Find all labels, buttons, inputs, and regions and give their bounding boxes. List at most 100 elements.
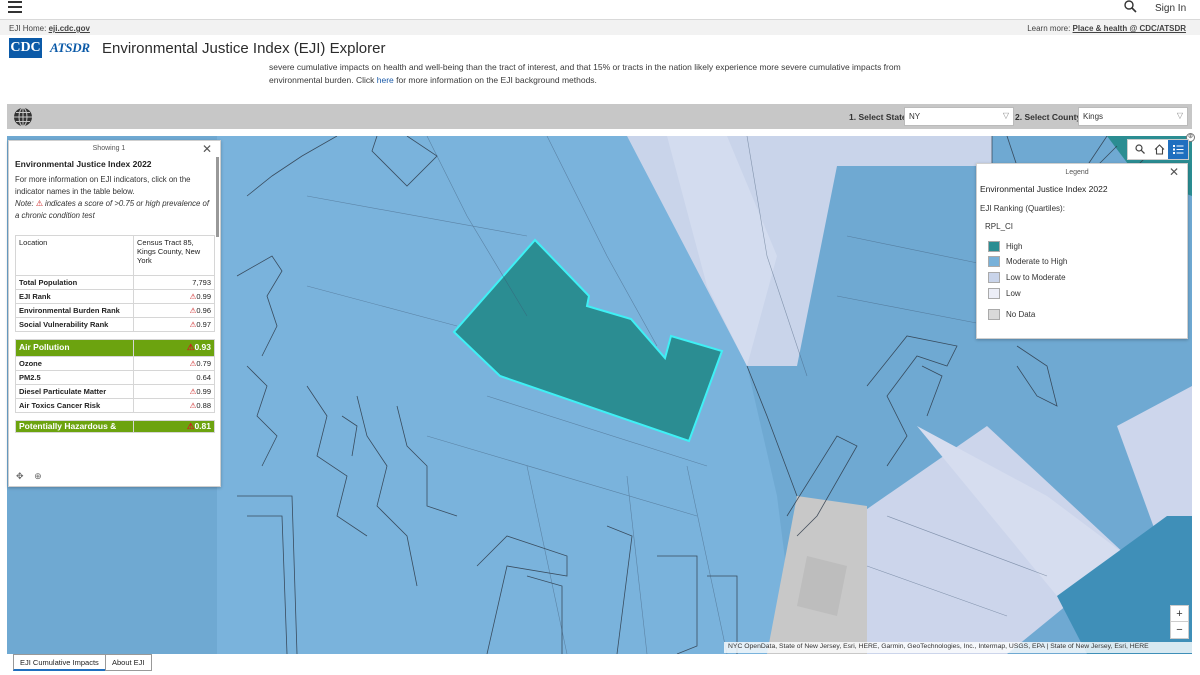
indicator-name[interactable]: Diesel Particulate Matter — [15, 384, 134, 399]
popup-panel: Showing 1 ✕ Environmental Justice Index … — [8, 140, 221, 487]
tab-about-eji[interactable]: About EJI — [105, 654, 152, 671]
chevron-down-icon: ▽ — [1176, 111, 1183, 120]
section-score: 0.93 — [194, 342, 211, 352]
spacer-cell — [133, 412, 215, 421]
legend-field: RPL_CI — [985, 222, 1014, 231]
popup-title: Environmental Justice Index 2022 — [15, 159, 152, 169]
cdc-logo[interactable]: CDC — [9, 38, 42, 58]
search-icon[interactable] — [1130, 140, 1150, 159]
indicator-score: 0.99 — [196, 292, 211, 301]
county-select[interactable]: Kings ▽ — [1078, 107, 1188, 126]
section-score: 0.81 — [194, 421, 211, 431]
intro-tail: for more information on the EJI backgrou… — [393, 75, 597, 85]
legend-swatch — [988, 288, 1000, 299]
table-row[interactable]: Social Vulnerability Rank ⚠0.97 — [15, 317, 215, 332]
legend-label: Moderate to High — [1006, 257, 1068, 266]
indicator-value: ⚠0.88 — [133, 398, 215, 413]
indicator-value: 0.64 — [133, 370, 215, 385]
scrollbar[interactable] — [216, 157, 219, 237]
indicator-name[interactable]: Total Population — [15, 275, 134, 290]
zoom-control: + − — [1170, 605, 1189, 639]
sign-in-link[interactable]: Sign In — [1155, 3, 1186, 14]
spacer-cell — [15, 331, 134, 340]
table-row[interactable]: Air Toxics Cancer Risk ⚠0.88 — [15, 398, 215, 413]
section-name[interactable]: Potentially Hazardous & — [15, 420, 134, 433]
table-row[interactable]: Environmental Burden Rank ⚠0.96 — [15, 303, 215, 318]
intro-text: severe cumulative impacts on health and … — [269, 61, 929, 87]
popup-note: Note: ⚠ indicates a score of >0.75 or hi… — [15, 198, 210, 222]
indicator-score: 0.99 — [196, 387, 211, 396]
eji-home: EJI Home: eji.cdc.gov — [9, 24, 90, 33]
top-bar: Sign In — [0, 0, 1200, 18]
globe-icon[interactable] — [13, 107, 33, 127]
spacer-cell — [133, 331, 215, 340]
legend-subtitle: EJI Ranking (Quartiles): — [980, 204, 1065, 213]
state-label: 1. Select State — [849, 112, 907, 122]
search-icon[interactable] — [1124, 0, 1137, 16]
section-name[interactable]: Air Pollution — [15, 339, 134, 357]
table-row[interactable]: PM2.5 0.64 — [15, 370, 215, 385]
indicator-score: 0.96 — [196, 306, 211, 315]
close-icon[interactable]: ✕ — [202, 142, 212, 156]
state-select[interactable]: NY ▽ — [904, 107, 1014, 126]
home-icon[interactable] — [1149, 140, 1169, 159]
table-row[interactable]: Total Population 7,793 — [15, 275, 215, 290]
indicator-name[interactable]: Ozone — [15, 356, 134, 371]
indicator-name[interactable]: Social Vulnerability Rank — [15, 317, 134, 332]
indicator-name[interactable]: PM2.5 — [15, 370, 134, 385]
eji-home-label: EJI Home: — [9, 24, 49, 33]
table-row[interactable]: Diesel Particulate Matter ⚠0.99 — [15, 384, 215, 399]
indicator-name[interactable]: EJI Rank — [15, 289, 134, 304]
note-text: indicates a score of >0.75 or high preva… — [15, 199, 210, 220]
location-value: Census Tract 85, Kings County, New York — [133, 235, 215, 276]
note-prefix: Note: — [15, 199, 36, 208]
indicator-score: 0.88 — [196, 401, 211, 410]
warning-icon: ⚠ — [35, 199, 43, 208]
legend-swatch — [988, 309, 1000, 320]
zoom-out-button[interactable]: − — [1171, 622, 1188, 638]
selection-bar: 1. Select State NY ▽ 2. Select County Kin… — [7, 104, 1192, 129]
indicator-name[interactable]: Air Toxics Cancer Risk — [15, 398, 134, 413]
section-header-hazardous[interactable]: Potentially Hazardous & ⚠0.81 — [15, 420, 215, 433]
learn-more-link[interactable]: Place & health @ CDC/ATSDR — [1073, 24, 1186, 33]
indicator-value: ⚠0.99 — [133, 289, 215, 304]
tab-eji-cumulative-impacts[interactable]: EJI Cumulative Impacts — [13, 654, 106, 671]
pan-icon[interactable]: ✥ — [16, 471, 24, 481]
location-label: Location — [15, 235, 134, 276]
indicator-value: ⚠0.96 — [133, 303, 215, 318]
cdc-info-bar: EJI Home: eji.cdc.gov Learn more: Place … — [0, 19, 1200, 35]
indicator-value: ⚠0.99 — [133, 384, 215, 399]
hamburger-icon[interactable] — [8, 1, 22, 14]
legend-swatch — [988, 241, 1000, 252]
popup-tools: ✥ ⊕ — [16, 471, 42, 482]
learn-more: Learn more: Place & health @ CDC/ATSDR — [1027, 24, 1186, 33]
page-title: Environmental Justice Index (EJI) Explor… — [102, 40, 386, 57]
legend-label: Low — [1006, 289, 1021, 298]
indicator-score: 0.97 — [196, 320, 211, 329]
legend-title: Environmental Justice Index 2022 — [980, 184, 1108, 194]
atsdr-logo[interactable]: ATSDR — [50, 40, 90, 56]
table-spacer — [15, 331, 215, 340]
learn-more-label: Learn more: — [1027, 24, 1073, 33]
methods-link[interactable]: here — [377, 75, 394, 85]
indicator-value: ⚠0.97 — [133, 317, 215, 332]
table-row: Location Census Tract 85, Kings County, … — [15, 235, 215, 276]
section-header-air-pollution[interactable]: Air Pollution ⚠0.93 — [15, 339, 215, 357]
section-value: ⚠0.81 — [133, 420, 215, 433]
section-value: ⚠0.93 — [133, 339, 215, 357]
zoom-in-button[interactable]: + — [1171, 606, 1188, 622]
indicator-name[interactable]: Environmental Burden Rank — [15, 303, 134, 318]
eji-home-link[interactable]: eji.cdc.gov — [49, 24, 90, 33]
county-label: 2. Select County — [1015, 112, 1082, 122]
indicator-value: ⚠0.79 — [133, 356, 215, 371]
map-toolbar — [1127, 139, 1189, 160]
table-row[interactable]: EJI Rank ⚠0.99 — [15, 289, 215, 304]
map-attribution: NYC OpenData, State of New Jersey, Esri,… — [724, 642, 1192, 653]
popup-description: For more information on EJI indicators, … — [15, 175, 191, 196]
table-row[interactable]: Ozone ⚠0.79 — [15, 356, 215, 371]
legend-header: Legend — [1065, 169, 1089, 176]
close-icon[interactable]: ✕ — [1169, 165, 1179, 179]
legend-list-icon[interactable] — [1168, 140, 1188, 159]
table-spacer — [15, 412, 215, 421]
zoom-to-icon[interactable]: ⊕ — [34, 471, 42, 481]
